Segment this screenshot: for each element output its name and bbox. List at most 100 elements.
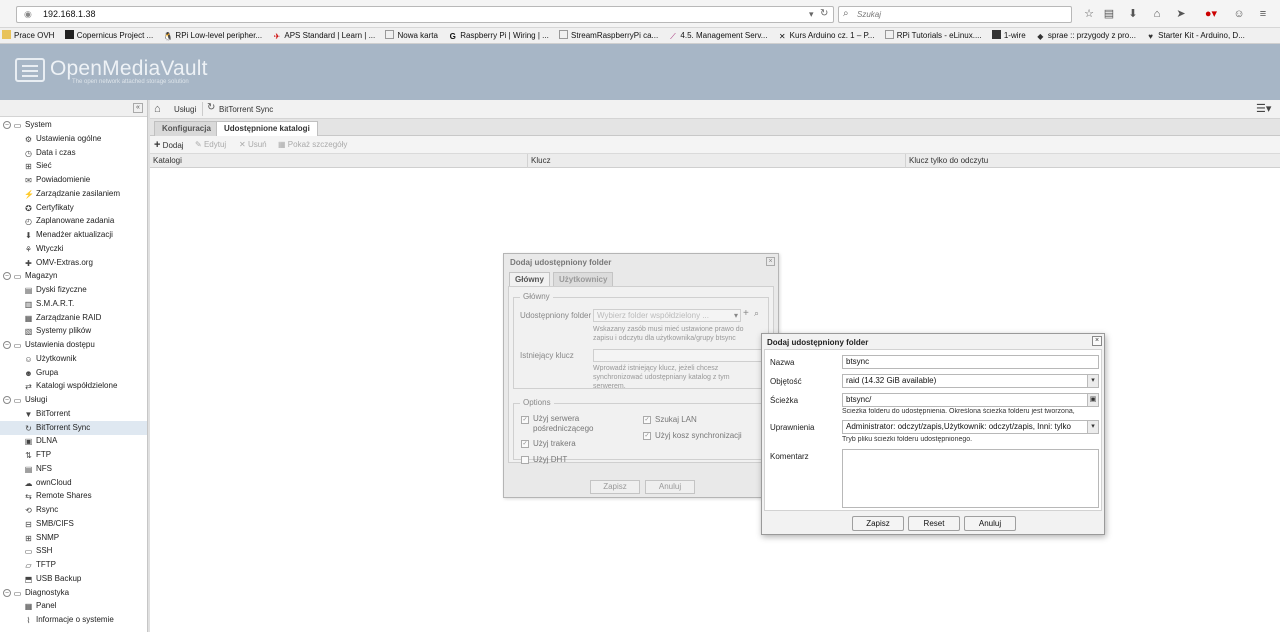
add-icon[interactable]: +	[743, 308, 749, 319]
delete-button[interactable]: ✕ Usuń	[239, 139, 267, 151]
collapse-toggle-icon[interactable]: –	[3, 396, 11, 404]
send-icon[interactable]: ➤	[1174, 7, 1188, 21]
sidebar-item-rsync[interactable]: ⟲ Rsync	[0, 503, 147, 517]
add-button[interactable]: + Dodaj	[154, 139, 184, 151]
chevron-down-icon[interactable]: ▾	[1087, 421, 1098, 433]
sidebar-item-ftp[interactable]: ⇅ FTP	[0, 448, 147, 462]
sidebar-item-tftp[interactable]: ▱ TFTP	[0, 558, 147, 572]
show-details-button[interactable]: ▦ Pokaż szczegóły	[278, 139, 347, 151]
sidebar-item-uzytkownik[interactable]: ☺ Użytkownik	[0, 352, 147, 366]
dropdown-arrow-icon[interactable]: ▾	[809, 9, 814, 20]
name-field[interactable]: btsync	[842, 355, 1099, 369]
hamburger-menu-icon[interactable]: ☰▾	[1256, 102, 1271, 115]
download-icon[interactable]: ⬇	[1126, 7, 1140, 21]
search-box[interactable]: ⌕ Szukaj	[838, 6, 1072, 23]
use-proxy-checkbox[interactable]: ✓	[521, 416, 529, 424]
sidebar-item-dlna[interactable]: ▣ DLNA	[0, 434, 147, 448]
sidebar-item-systemy-plikow[interactable]: ▧ Systemy plików	[0, 324, 147, 338]
sidebar-item-remote-shares[interactable]: ⇆ Remote Shares	[0, 489, 147, 503]
sidebar-item-nfs[interactable]: ▤ NFS	[0, 462, 147, 476]
collapse-toggle-icon[interactable]: –	[3, 121, 11, 129]
sidebar-item-bittorrent-sync[interactable]: ↻ BitTorrent Sync	[0, 420, 147, 435]
sidebar-group-diagnostyka[interactable]: – ▭ Diagnostyka	[0, 586, 147, 600]
sidebar-item-owncloud[interactable]: ☁ ownCloud	[0, 476, 147, 490]
permissions-select[interactable]: Administrator: odczyt/zapis,Użytkownik: …	[842, 420, 1099, 434]
bookmark-item[interactable]: 🐧 RPi Low-level peripher...	[161, 28, 262, 43]
collapse-toggle-icon[interactable]: –	[3, 272, 11, 281]
adblock-icon[interactable]: ●▾	[1200, 7, 1222, 21]
bookmark-item[interactable]: ✈ APS Standard | Learn | ...	[270, 28, 376, 43]
home-icon[interactable]: ⌂	[1150, 7, 1164, 21]
sidebar-item-bittorrent[interactable]: ▼ BitTorrent	[0, 407, 147, 421]
sidebar-item-s-m-a-r-t[interactable]: ▥ S.M.A.R.T.	[0, 297, 147, 311]
bookmark-item[interactable]: G Raspberry Pi | Wiring | ...	[446, 28, 549, 43]
bookmark-item[interactable]: ⟋ 4.5. Management Serv...	[666, 28, 767, 43]
star-icon[interactable]: ☆	[1082, 7, 1096, 21]
cancel-button[interactable]: Anuluj	[964, 516, 1016, 531]
column-key[interactable]: Klucz	[528, 154, 906, 168]
sidebar-item-powiadomienie[interactable]: ✉ Powiadomienie	[0, 173, 147, 187]
sidebar-group-ustawienia-dostepu[interactable]: – ▭ Ustawienia dostępu	[0, 338, 147, 352]
sidebar-item-wtyczki[interactable]: ⚘ Wtyczki	[0, 242, 147, 256]
menu-icon[interactable]: ≡	[1256, 7, 1270, 21]
reset-button[interactable]: Reset	[908, 516, 960, 531]
close-icon[interactable]: ×	[1092, 336, 1102, 346]
column-folders[interactable]: Katalogi	[150, 154, 528, 168]
reading-list-icon[interactable]: ▤	[1102, 7, 1116, 21]
tab-users[interactable]: Użytkownicy	[553, 272, 614, 286]
tab-configuration[interactable]: Konfiguracja	[154, 121, 219, 136]
use-dht-checkbox[interactable]	[521, 456, 529, 464]
sidebar-item-omv-extras-org[interactable]: ✚ OMV-Extras.org	[0, 256, 147, 270]
bookmark-item[interactable]: StreamRaspberryPi ca...	[557, 28, 658, 43]
bookmark-item[interactable]: Copernicus Project ...	[63, 28, 153, 43]
comment-textarea[interactable]	[842, 449, 1099, 508]
sidebar-group-magazyn[interactable]: – ▭ Magazyn	[0, 269, 147, 283]
sidebar-item-informacje-o-systemie[interactable]: ⌇ Informacje o systemie	[0, 613, 147, 627]
folder-browse-icon[interactable]: ▣	[1087, 394, 1098, 406]
sidebar-item-zarzadzanie-raid[interactable]: ▦ Zarządzanie RAID	[0, 311, 147, 325]
url-bar[interactable]: ◉ 192.168.1.38 ▾ ↻	[16, 6, 834, 23]
sidebar-group-system[interactable]: – ▭ System	[0, 118, 147, 132]
sidebar-item-grupa[interactable]: ☻ Grupa	[0, 366, 147, 380]
collapse-toggle-icon[interactable]: –	[3, 588, 11, 597]
volume-select[interactable]: raid (14.32 GiB available) ▾	[842, 374, 1099, 388]
chat-icon[interactable]: ☺	[1232, 7, 1246, 21]
breadcrumb-current[interactable]: BitTorrent Sync	[219, 105, 273, 114]
sidebar-item-data-i-czas[interactable]: ◷ Data i czas	[0, 146, 147, 160]
collapse-toggle-icon[interactable]: –	[3, 341, 11, 349]
save-button[interactable]: Zapisz	[852, 516, 904, 531]
bookmark-item[interactable]: RPi Tutorials - eLinux....	[883, 28, 982, 43]
sidebar-item-menadzer-aktualizacji[interactable]: ⬇ Menadżer aktualizacji	[0, 228, 147, 242]
close-icon[interactable]: ×	[766, 257, 775, 266]
sidebar-item-ssh[interactable]: ▭ SSH	[0, 544, 147, 558]
bookmark-item[interactable]: Prace OVH	[0, 28, 54, 43]
tab-shared-folders[interactable]: Udostępnione katalogi	[216, 121, 318, 136]
sidebar-item-ustawienia-ogolne[interactable]: ⚙ Ustawienia ogólne	[0, 132, 147, 146]
bookmark-item[interactable]: Nowa karta	[383, 28, 438, 43]
path-field[interactable]: btsync/ ▣	[842, 393, 1099, 407]
sidebar-item-zaplanowane-zadania[interactable]: ◴ Zaplanowane zadania	[0, 214, 147, 228]
edit-button[interactable]: ✎ Edytuj	[195, 139, 226, 151]
home-icon[interactable]: ⌂	[154, 103, 161, 115]
collapse-sidebar-button[interactable]: «	[133, 103, 143, 113]
shared-folder-combo[interactable]: Wybierz folder współdzielony ... ▾	[593, 309, 741, 322]
search-lan-checkbox[interactable]: ✓	[643, 416, 651, 424]
column-readonly-key[interactable]: Klucz tylko do odczytu	[906, 154, 1280, 168]
sidebar-item-smb-cifs[interactable]: ⊟ SMB/CIFS	[0, 517, 147, 531]
use-tracker-checkbox[interactable]: ✓	[521, 440, 529, 448]
sidebar-item-siec[interactable]: ⊞ Sieć	[0, 159, 147, 173]
sidebar-item-dyski-fizyczne[interactable]: ▤ Dyski fizyczne	[0, 283, 147, 297]
existing-key-field[interactable]	[593, 349, 763, 362]
sidebar-item-usb-backup[interactable]: ⬒ USB Backup	[0, 572, 147, 586]
sidebar-item-katalogi-wspoldzielone[interactable]: ⇄ Katalogi współdzielone	[0, 379, 147, 393]
bookmark-item[interactable]: ✕ Kurs Arduino cz. 1 – P...	[776, 28, 875, 43]
reload-icon[interactable]: ↻	[820, 8, 828, 19]
search-icon[interactable]: ⌕	[754, 308, 759, 319]
tab-main[interactable]: Główny	[509, 272, 550, 286]
breadcrumb-services[interactable]: Usługi	[174, 105, 196, 114]
cancel-button[interactable]: Anuluj	[645, 480, 695, 494]
bookmark-item[interactable]: 1-wire	[990, 28, 1026, 43]
bookmark-item[interactable]: ♥ Starter Kit - Arduino, D...	[1144, 28, 1245, 43]
save-button[interactable]: Zapisz	[590, 480, 640, 494]
use-trash-checkbox[interactable]: ✓	[643, 432, 651, 440]
